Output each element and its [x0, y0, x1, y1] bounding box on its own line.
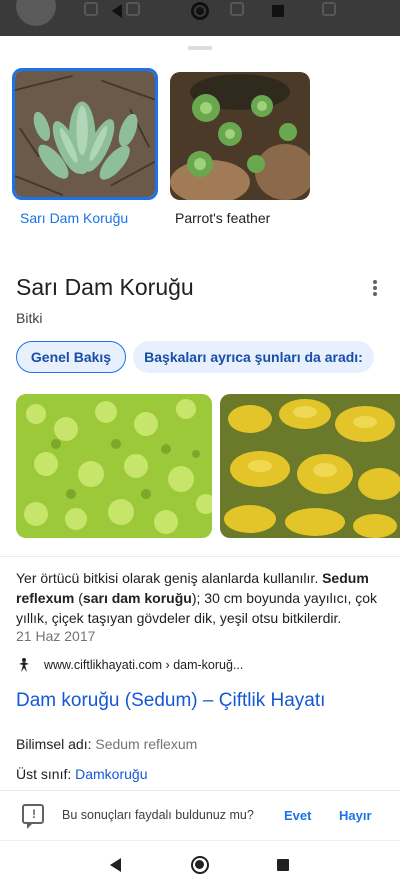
back-icon[interactable]	[110, 858, 121, 872]
feedback-no-button[interactable]: Hayır	[339, 808, 372, 823]
feedback-question: Bu sonuçları faydalı buldunuz mu?	[62, 808, 254, 822]
drag-handle[interactable]	[188, 46, 212, 50]
entity-description: Yer örtücü bitkisi olarak geniş alanlard…	[16, 570, 378, 626]
dimmed-recents-icon	[272, 5, 284, 17]
recents-icon[interactable]	[277, 859, 289, 871]
divider	[0, 556, 400, 557]
entity-subtitle: Bitki	[16, 310, 43, 326]
fact-key: Bilimsel adı:	[16, 736, 92, 752]
fact-value: Sedum reflexum	[95, 736, 198, 752]
yellow-green-sedum-image	[16, 394, 212, 538]
feedback-icon: !	[22, 804, 44, 829]
aquatic-plant-thumbnail-image	[170, 72, 310, 200]
thumbnail-parrots-feather[interactable]	[170, 72, 310, 200]
thumbnail-label[interactable]: Parrot's feather	[175, 210, 270, 226]
feedback-yes-button[interactable]: Evet	[284, 808, 311, 823]
entity-photo[interactable]	[16, 394, 212, 538]
fact-key: Üst sınıf:	[16, 766, 72, 782]
home-icon[interactable]	[191, 856, 209, 874]
dimmed-avatar	[16, 0, 56, 26]
source-link-title[interactable]: Dam koruğu (Sedum) – Çiftlik Hayatı	[16, 690, 325, 712]
entity-title: Sarı Dam Koruğu	[16, 274, 194, 300]
divider	[0, 790, 400, 791]
dimmed-home-icon	[191, 2, 209, 20]
system-nav-bar	[0, 840, 400, 888]
fact-parent-class: Üst sınıf: Damkoruğu	[16, 766, 148, 782]
description-date: 21 Haz 2017	[16, 628, 96, 644]
chip-people-also-search[interactable]: Başkaları ayrıca şunları da aradı:	[133, 341, 374, 373]
fact-value-link[interactable]: Damkoruğu	[75, 766, 147, 782]
dimmed-icon	[84, 2, 98, 16]
thumbnail-sari-dam-korugu[interactable]	[12, 68, 158, 200]
dimmed-icon	[230, 2, 244, 16]
yellow-sedum-image	[220, 394, 400, 538]
fact-scientific-name: Bilimsel adı: Sedum reflexum	[16, 736, 197, 752]
more-vert-icon[interactable]	[368, 278, 382, 298]
dimmed-back-icon	[112, 4, 122, 18]
chip-overview[interactable]: Genel Bakış	[16, 341, 126, 373]
lens-result-sheet: Sarı Dam Koruğu Parrot's feather Sarı Da…	[0, 36, 400, 888]
source-url[interactable]: www.ciftlikhayati.com › dam-koruğ...	[44, 658, 243, 672]
succulent-thumbnail-image	[15, 71, 155, 197]
site-favicon-icon	[19, 658, 29, 672]
thumbnail-label[interactable]: Sarı Dam Koruğu	[20, 210, 128, 226]
dimmed-icon	[322, 2, 336, 16]
dimmed-system-bar	[0, 0, 400, 36]
dimmed-icon	[126, 2, 140, 16]
entity-photo[interactable]	[220, 394, 400, 538]
